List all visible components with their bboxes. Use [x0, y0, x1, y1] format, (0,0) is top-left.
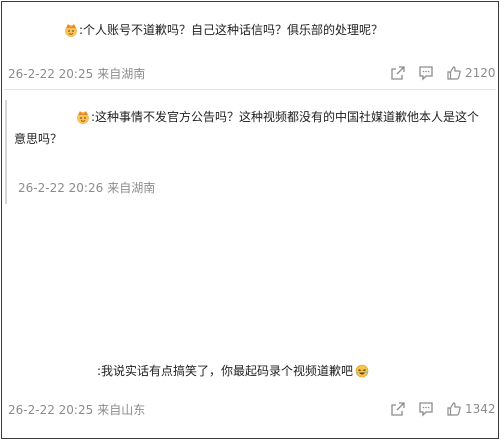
- laughing-emoji-icon: [355, 364, 369, 378]
- comment-icon: [419, 66, 433, 81]
- comment-2: :这种事情不发官方公告吗？这种视频都没有的中国社媒道歉他本人是这个意思吗？: [14, 106, 488, 150]
- comment-button[interactable]: [418, 65, 434, 81]
- share-button[interactable]: [390, 65, 406, 81]
- share-icon: [391, 402, 405, 416]
- reply-thread-bar: [5, 100, 7, 204]
- crown-avatar-icon[interactable]: [76, 110, 90, 124]
- like-button[interactable]: 1342: [446, 401, 496, 417]
- comment-location: 来自湖南: [107, 181, 156, 195]
- comment-date: 26-2-22 20:25: [8, 67, 94, 81]
- comment-icon: [419, 402, 433, 417]
- comment-text: :个人账号不道歉吗？自己这种话信吗？俱乐部的处理呢？: [79, 23, 384, 37]
- comment-panel: :个人账号不道歉吗？自己这种话信吗？俱乐部的处理呢？ 26-2-22 20:25…: [1, 1, 499, 439]
- thumbs-up-icon: [447, 66, 461, 80]
- share-button[interactable]: [390, 401, 406, 417]
- crown-avatar-icon[interactable]: [64, 23, 78, 37]
- comment-actions: 1342: [378, 400, 496, 418]
- like-count: 1342: [465, 402, 496, 416]
- comment-button[interactable]: [418, 401, 434, 417]
- comment-meta: 26-2-22 20:25 来自山东: [8, 402, 145, 418]
- comment-date: 26-2-22 20:25: [8, 403, 94, 417]
- like-count: 2120: [465, 66, 496, 80]
- like-button[interactable]: 2120: [446, 65, 496, 81]
- comment-actions: 2120: [378, 64, 496, 82]
- comment-meta: 26-2-22 20:26 来自湖南: [18, 180, 155, 196]
- comment-3: :我说实话有点搞笑了，你最起码录个视频道歉吧: [97, 360, 487, 382]
- comment-location: 来自湖南: [97, 67, 146, 81]
- comment-1: :个人账号不道歉吗？自己这种话信吗？俱乐部的处理呢？: [64, 19, 484, 41]
- comment-date: 26-2-22 20:26: [18, 181, 104, 195]
- divider: [4, 89, 496, 90]
- comment-location: 来自山东: [97, 403, 146, 417]
- comment-text: :我说实话有点搞笑了，你最起码录个视频道歉吧: [97, 364, 354, 378]
- share-icon: [391, 66, 405, 80]
- comment-meta: 26-2-22 20:25 来自湖南: [8, 66, 145, 82]
- thumbs-up-icon: [447, 402, 461, 416]
